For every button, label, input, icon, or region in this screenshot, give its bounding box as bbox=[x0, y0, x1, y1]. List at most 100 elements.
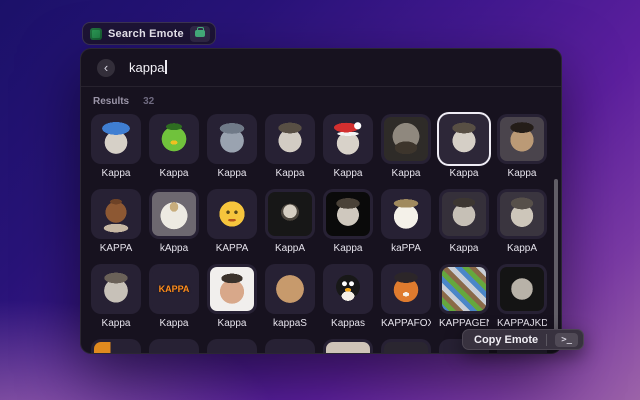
emote-thumbnail bbox=[384, 267, 428, 311]
launcher-chip[interactable]: Search Emote bbox=[82, 22, 216, 45]
emote-tile[interactable] bbox=[91, 189, 141, 239]
emote-label: Kappas bbox=[323, 318, 373, 330]
emote-cell: Kappa bbox=[439, 189, 489, 255]
emote-label: KAPPA bbox=[91, 243, 141, 255]
emote-cell: Kappa bbox=[91, 264, 141, 330]
extension-app-icon bbox=[90, 28, 102, 40]
emote-tile[interactable] bbox=[439, 264, 489, 314]
emote-tile-selected[interactable] bbox=[439, 114, 489, 164]
emote-tile[interactable] bbox=[381, 189, 431, 239]
emote-thumbnail bbox=[326, 117, 370, 161]
emote-cell: Kappa bbox=[149, 114, 199, 180]
emote-thumbnail bbox=[210, 342, 254, 354]
emote-thumbnail bbox=[500, 117, 544, 161]
emote-label: KAPPA bbox=[207, 243, 257, 255]
emote-thumbnail bbox=[152, 117, 196, 161]
launcher-chip-label: Search Emote bbox=[108, 28, 184, 40]
emote-tile[interactable] bbox=[149, 114, 199, 164]
emote-tile[interactable] bbox=[265, 339, 315, 354]
emote-tile[interactable] bbox=[265, 114, 315, 164]
emote-thumbnail bbox=[210, 267, 254, 311]
search-input[interactable]: kappa bbox=[129, 59, 167, 77]
emote-label: Kappa bbox=[323, 243, 373, 255]
emote-cell: Kappa bbox=[497, 114, 547, 180]
emote-tile[interactable] bbox=[323, 339, 373, 354]
emote-cell: Kappa bbox=[381, 114, 431, 180]
emote-thumbnail bbox=[326, 267, 370, 311]
emote-tile[interactable] bbox=[323, 189, 373, 239]
text-caret bbox=[165, 60, 167, 74]
emote-tile[interactable] bbox=[149, 339, 199, 354]
emote-tile[interactable] bbox=[207, 189, 257, 239]
emote-tile[interactable] bbox=[381, 114, 431, 164]
emote-thumbnail bbox=[326, 342, 370, 354]
emote-cell: KAPPAFOX bbox=[381, 264, 431, 330]
emote-cell bbox=[381, 339, 431, 354]
emote-cell: OH bbox=[91, 339, 141, 354]
emote-cell: KappA bbox=[497, 189, 547, 255]
emote-thumbnail bbox=[384, 342, 428, 354]
emote-thumbnail bbox=[384, 192, 428, 236]
emote-label: Kappa bbox=[497, 168, 547, 180]
emote-tile[interactable] bbox=[439, 189, 489, 239]
emote-tile[interactable] bbox=[91, 264, 141, 314]
chevron-left-icon: ‹ bbox=[104, 60, 108, 76]
emote-tile[interactable] bbox=[265, 264, 315, 314]
emote-label: kaPPA bbox=[381, 243, 431, 255]
emote-tile[interactable] bbox=[149, 189, 199, 239]
emote-tile[interactable] bbox=[497, 264, 547, 314]
emote-label: KAPPAFOX bbox=[381, 318, 431, 330]
emote-thumbnail: OH bbox=[94, 342, 138, 354]
emote-thumbnail bbox=[94, 117, 138, 161]
emote-cell: Kappa bbox=[207, 264, 257, 330]
back-button[interactable]: ‹ bbox=[97, 59, 115, 77]
emote-glyph-text: KAPPA bbox=[159, 284, 190, 294]
emote-tile[interactable]: OH bbox=[91, 339, 141, 354]
emote-thumbnail bbox=[268, 192, 312, 236]
emote-cell: KAPPA bbox=[91, 189, 141, 255]
emote-tile[interactable] bbox=[207, 264, 257, 314]
emote-label: Kappa bbox=[323, 168, 373, 180]
emote-thumbnail bbox=[442, 117, 486, 161]
scrollbar-thumb[interactable] bbox=[554, 179, 558, 347]
emote-cell bbox=[265, 339, 315, 354]
emote-cell: KAPPA Kappa bbox=[149, 264, 199, 330]
emote-label: kAppa bbox=[149, 243, 199, 255]
emote-cell: KappA bbox=[265, 189, 315, 255]
emote-tile[interactable] bbox=[207, 339, 257, 354]
emote-cell: KAPPA bbox=[207, 189, 257, 255]
emote-label: Kappa bbox=[91, 168, 141, 180]
extension-badge bbox=[190, 26, 210, 42]
emote-tile[interactable] bbox=[207, 114, 257, 164]
emote-thumbnail bbox=[268, 342, 312, 354]
emote-tile[interactable] bbox=[265, 189, 315, 239]
copy-emote-button[interactable]: Copy Emote bbox=[474, 334, 538, 346]
emote-thumbnail bbox=[94, 192, 138, 236]
emote-label: kappaS bbox=[265, 318, 315, 330]
results-label: Results bbox=[93, 96, 129, 107]
emote-tile[interactable] bbox=[91, 114, 141, 164]
emote-thumbnail bbox=[500, 267, 544, 311]
emote-label: Kappa bbox=[207, 168, 257, 180]
emote-cell bbox=[207, 339, 257, 354]
emote-label: KappA bbox=[265, 243, 315, 255]
emote-label: Kappa bbox=[149, 168, 199, 180]
emote-label: Kappa bbox=[265, 168, 315, 180]
emote-cell: Kappa bbox=[207, 114, 257, 180]
emote-thumbnail bbox=[268, 267, 312, 311]
emote-tile[interactable] bbox=[381, 264, 431, 314]
emote-label: Kappa bbox=[149, 318, 199, 330]
emote-tile[interactable] bbox=[323, 264, 373, 314]
terminal-key-icon[interactable]: >_ bbox=[555, 333, 578, 347]
emote-tile[interactable]: KAPPA bbox=[149, 264, 199, 314]
emote-cell: KAPPAJKD bbox=[497, 264, 547, 330]
emote-label: Kappa bbox=[439, 243, 489, 255]
emote-tile[interactable] bbox=[381, 339, 431, 354]
action-bar: Copy Emote >_ bbox=[462, 329, 584, 350]
emote-thumbnail bbox=[442, 267, 486, 311]
emote-thumbnail bbox=[268, 117, 312, 161]
emote-tile[interactable] bbox=[497, 114, 547, 164]
emote-tile[interactable] bbox=[497, 189, 547, 239]
emote-tile[interactable] bbox=[323, 114, 373, 164]
results-count: 32 bbox=[143, 96, 154, 107]
